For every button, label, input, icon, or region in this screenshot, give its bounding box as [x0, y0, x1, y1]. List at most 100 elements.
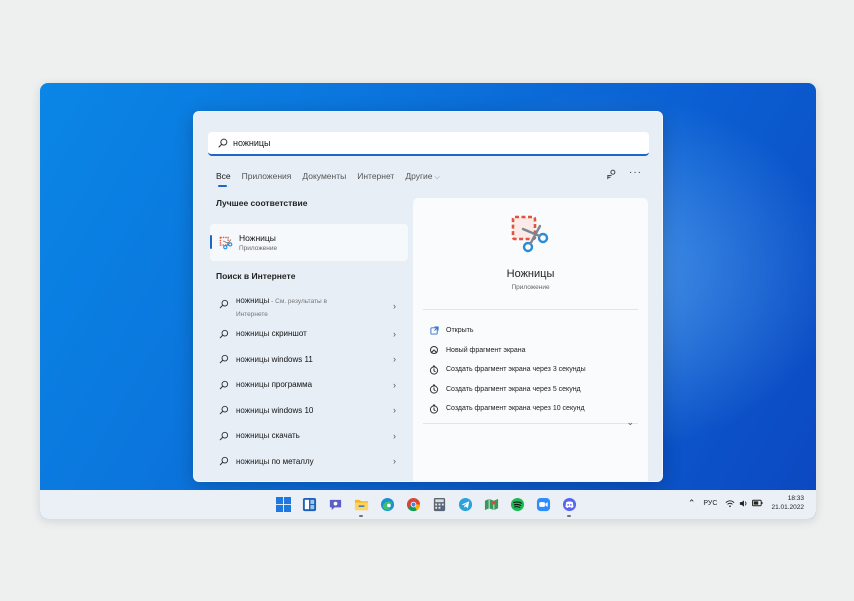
taskbar-apps: [274, 495, 578, 517]
search-icon: [218, 138, 228, 148]
tab-label: Документы: [302, 171, 347, 181]
teams-chat-icon[interactable]: [326, 495, 344, 513]
tab-label: Все: [216, 171, 231, 181]
edge-browser-icon[interactable]: [378, 495, 396, 513]
chevron-right-icon: ›: [393, 456, 396, 467]
calculator-icon[interactable]: [430, 495, 448, 513]
timer-icon: [429, 365, 439, 375]
chevron-down-icon: ⌵: [434, 174, 440, 181]
web-result-prefix: ножницы: [236, 354, 272, 364]
app-name: Ножницы: [506, 268, 555, 280]
web-result-item[interactable]: ножницы windows 10 ›: [210, 398, 408, 424]
web-result-item[interactable]: ножницы скриншот ›: [210, 321, 408, 347]
tab-other[interactable]: Другие ⌵: [405, 171, 440, 187]
app-type: Приложение: [511, 284, 550, 291]
action-label: Создать фрагмент экрана через 10 секунд: [446, 405, 585, 413]
action-snip-3s[interactable]: Создать фрагмент экрана через 3 секунды: [429, 360, 586, 380]
web-result-suffix: скачать: [271, 431, 300, 441]
action-label: Создать фрагмент экрана через 5 секунд: [446, 385, 581, 393]
web-result-suffix: по металлу: [271, 456, 314, 466]
search-box[interactable]: ножницы: [208, 132, 649, 156]
web-result-prefix: ножницы: [236, 431, 272, 441]
share-feedback-icon[interactable]: [606, 169, 617, 180]
search-icon: [219, 380, 229, 389]
chevron-right-icon: ›: [393, 379, 396, 390]
timer-icon: [429, 384, 439, 394]
results-list: Лучшее соответствие Ножницы Приложение П…: [210, 198, 408, 474]
tab-label: Приложения: [241, 171, 292, 181]
clock-time: 18:33: [787, 495, 804, 502]
tab-label: Интернет: [357, 171, 395, 181]
tab-label: Другие: [405, 171, 433, 181]
web-result-item[interactable]: ножницы windows 11 ›: [210, 347, 408, 373]
chevron-right-icon: ›: [393, 301, 396, 311]
web-result-prefix: ножницы: [236, 405, 272, 415]
web-result-suffix: скриншот: [271, 329, 307, 339]
chevron-down-icon[interactable]: ⌄: [626, 417, 634, 428]
chevron-right-icon: ›: [393, 430, 396, 441]
search-icon: [219, 299, 229, 309]
divider: [423, 309, 638, 310]
discord-icon[interactable]: [560, 495, 578, 517]
snipping-tool-icon: [219, 236, 233, 249]
web-result-item[interactable]: ножницы по металлу ›: [210, 449, 408, 475]
tab-toolbar: ···: [606, 168, 642, 180]
search-icon: [219, 457, 229, 466]
divider: [423, 423, 638, 424]
web-result-suffix: программа: [271, 380, 313, 390]
start-menu-search-panel: ножницы Все Приложения Документы Интерне…: [193, 111, 663, 482]
more-options-icon[interactable]: ···: [629, 168, 642, 180]
clock[interactable]: 18:33 21.01.2022: [771, 494, 804, 512]
action-snip-5s[interactable]: Создать фрагмент экрана через 5 секунд: [429, 380, 586, 400]
maps-icon[interactable]: [482, 495, 500, 513]
search-icon: [219, 355, 229, 364]
web-result-item[interactable]: ножницы скачать ›: [210, 423, 408, 449]
search-icon: [219, 406, 229, 415]
timer-icon: [429, 404, 439, 414]
app-detail-pane: Ножницы Приложение Открыть Новый фрагмен…: [413, 198, 648, 481]
web-result-item[interactable]: ножницы - См. результаты в Интернете ›: [210, 291, 408, 321]
chevron-up-icon[interactable]: ⌃: [688, 498, 696, 509]
quick-settings[interactable]: [725, 499, 763, 508]
snipping-tool-icon: [511, 215, 549, 253]
app-actions: Открыть Новый фрагмент экрана Создать фр…: [429, 321, 586, 419]
action-new-snip[interactable]: Новый фрагмент экрана: [429, 341, 586, 361]
web-result-query: ножницы: [236, 296, 270, 305]
zoom-icon[interactable]: [534, 495, 552, 513]
web-result-suffix: windows 10: [271, 405, 314, 415]
chevron-right-icon: ›: [393, 354, 396, 365]
tab-internet[interactable]: Интернет: [357, 171, 394, 187]
spotify-icon[interactable]: [508, 495, 526, 513]
web-result-suffix: windows 11: [271, 354, 313, 364]
web-result-prefix: ножницы: [236, 380, 272, 390]
wifi-icon: [725, 499, 735, 507]
best-match-heading: Лучшее соответствие: [216, 198, 308, 208]
action-label: Новый фрагмент экрана: [446, 346, 526, 354]
chrome-browser-icon[interactable]: [404, 495, 422, 513]
search-icon: [219, 431, 229, 440]
tab-all[interactable]: Все: [216, 171, 231, 187]
web-search-list: ножницы - См. результаты в Интернете › н…: [210, 291, 408, 474]
battery-icon: [752, 499, 763, 507]
best-match-item[interactable]: Ножницы Приложение: [210, 224, 408, 261]
tab-apps[interactable]: Приложения: [242, 171, 292, 187]
language-indicator[interactable]: РУС: [703, 500, 717, 507]
search-input[interactable]: ножницы: [233, 138, 271, 148]
file-explorer-icon[interactable]: [352, 495, 370, 517]
action-snip-10s[interactable]: Создать фрагмент экрана через 10 секунд: [429, 399, 586, 419]
new-snip-icon: [429, 345, 439, 355]
best-match-name: Ножницы: [239, 233, 276, 243]
web-result-prefix: ножницы: [236, 329, 272, 339]
taskbar: ⌃ РУС 18:33 21.01.2022: [40, 490, 816, 519]
action-open[interactable]: Открыть: [429, 321, 586, 341]
open-icon: [429, 326, 439, 336]
action-label: Создать фрагмент экрана через 3 секунды: [446, 366, 586, 374]
best-match-type: Приложение: [239, 245, 278, 252]
widgets-icon[interactable]: [300, 495, 318, 513]
web-result-item[interactable]: ножницы программа ›: [210, 372, 408, 398]
filter-tabs: Все Приложения Документы Интернет Другие…: [216, 171, 451, 187]
search-icon: [219, 329, 229, 338]
windows-start-icon[interactable]: [274, 495, 292, 513]
telegram-icon[interactable]: [456, 495, 474, 513]
tab-documents[interactable]: Документы: [302, 171, 346, 187]
